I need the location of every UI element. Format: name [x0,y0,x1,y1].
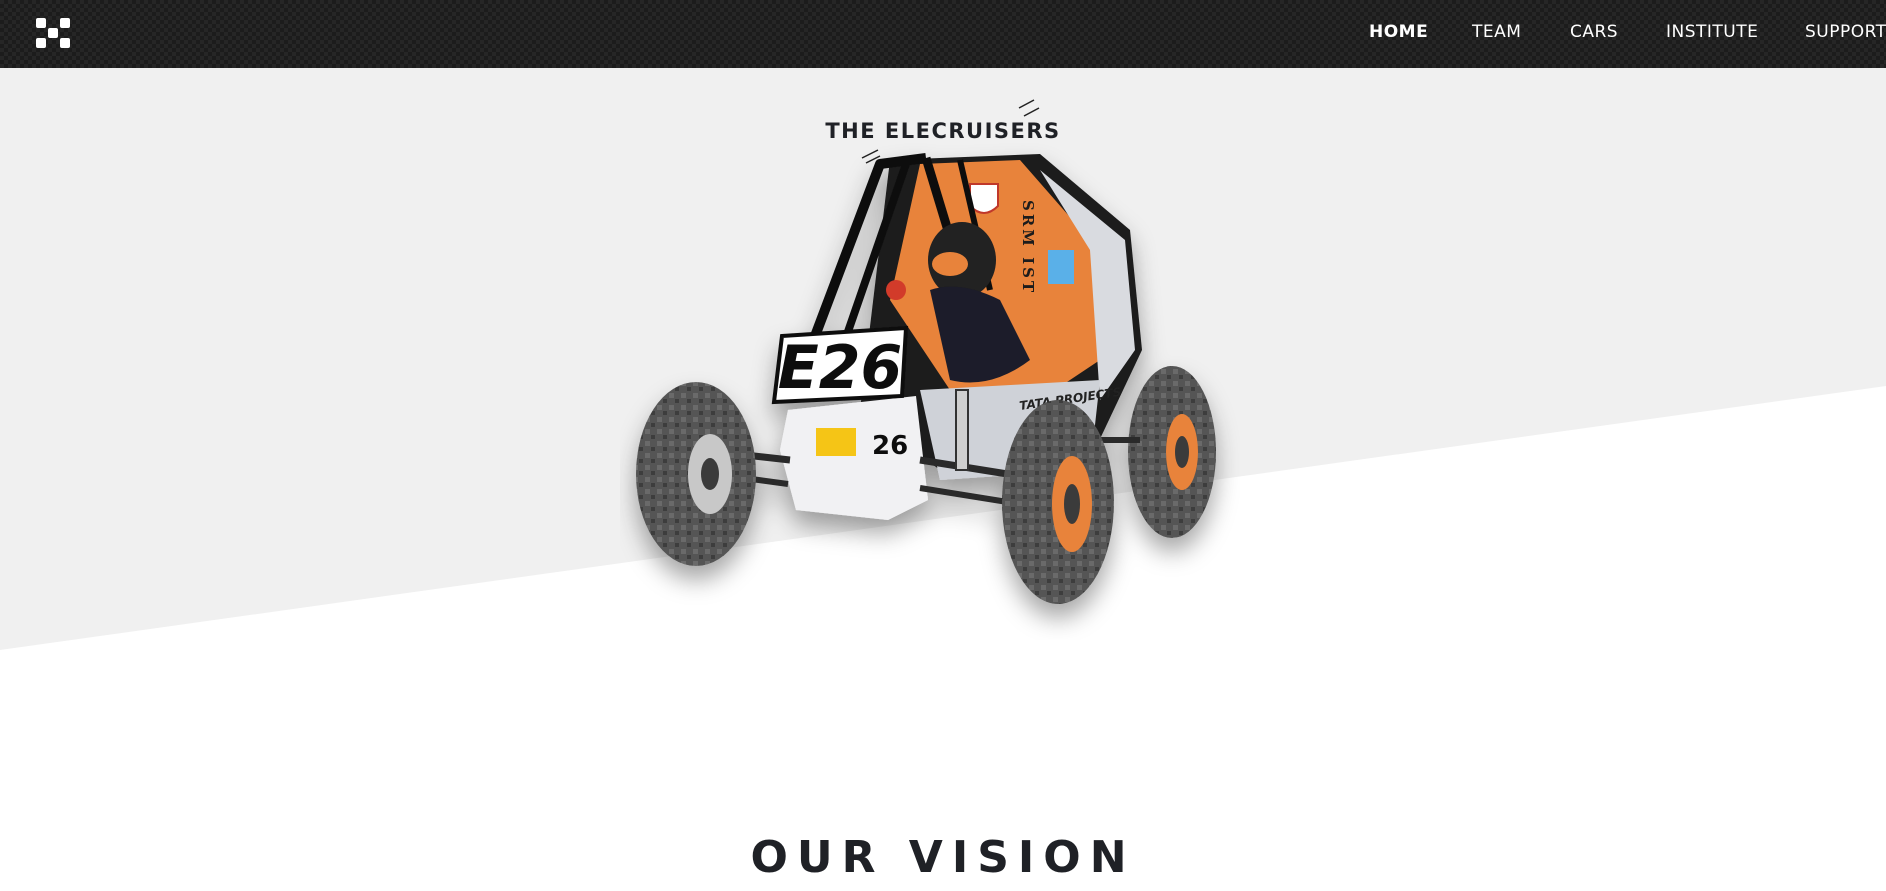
logo-icon[interactable] [36,18,70,48]
nav-link-home[interactable]: HOME [1369,22,1428,42]
nav-link-institute[interactable]: INSTITUTE [1666,22,1758,42]
nav-link-cars[interactable]: CARS [1570,22,1618,42]
car-number-plate: E26 [778,333,902,403]
car-side-number: 26 [872,431,908,461]
top-navbar: HOME TEAM CARS INSTITUTE SUPPORT [0,0,1886,68]
car-side-text: SRM IST [1019,200,1037,295]
nav-link-support[interactable]: SUPPORT [1805,22,1886,42]
section-title-vision: OUR VISION [750,832,1136,883]
buggy-car-image: SRM IST E26 26 TATA PROJECTS [636,153,1216,604]
nav-link-team[interactable]: TEAM [1472,22,1521,42]
